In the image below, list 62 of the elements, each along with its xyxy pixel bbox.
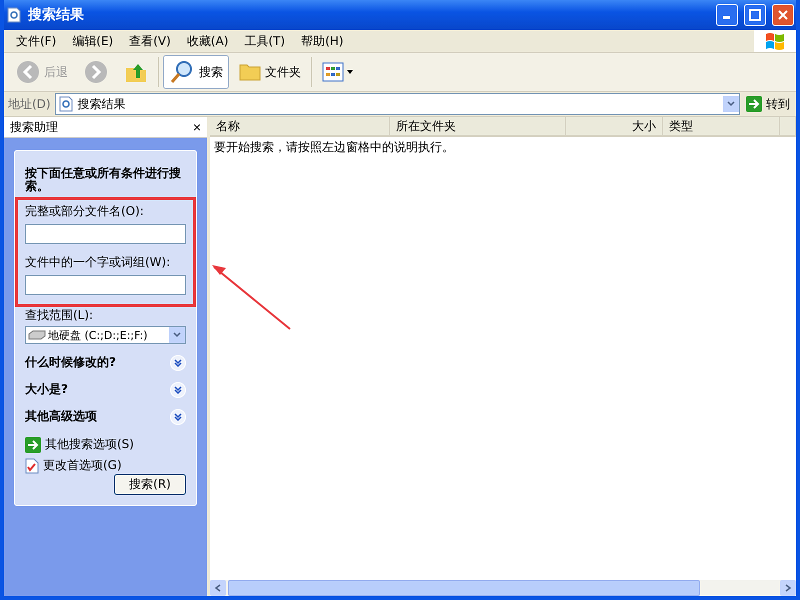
go-button[interactable]: 转到: [744, 96, 792, 112]
input-field[interactable]: [25, 275, 186, 295]
close-button[interactable]: [772, 4, 794, 26]
scroll-right-button[interactable]: [780, 580, 796, 596]
empty-message: 要开始搜索，请按照左边窗格中的说明执行。: [213, 139, 455, 156]
folder-icon: [239, 62, 261, 82]
arrow-square-icon: [25, 436, 41, 452]
dropdown-icon[interactable]: [723, 96, 739, 112]
search-document-icon: [58, 96, 74, 112]
scroll-thumb[interactable]: [228, 580, 700, 596]
scroll-left-button[interactable]: [210, 580, 226, 596]
close-pane-button[interactable]: ×: [192, 119, 201, 135]
menu-item[interactable]: 收藏(A): [178, 32, 236, 50]
minimize-button[interactable]: [716, 4, 738, 26]
maximize-button[interactable]: [744, 4, 766, 26]
field-label: 完整或部分文件名(O):: [25, 203, 145, 220]
flag-logo-icon: [765, 32, 785, 50]
double-chevron-icon: [174, 386, 182, 394]
location-dropdown[interactable]: 地硬盘 (C:;D:;E:;F:): [25, 326, 186, 344]
menu-item[interactable]: 帮助(H): [293, 32, 352, 50]
folders-button[interactable]: 文件夹: [233, 55, 307, 89]
menu-item[interactable]: 查看(V): [121, 32, 179, 50]
horizontal-scrollbar[interactable]: [210, 580, 796, 596]
field-label: 查找范围(L):: [25, 307, 94, 324]
instruction-text: 按下面任意或所有条件进行搜索。: [25, 167, 182, 193]
maximize-icon: [749, 9, 761, 21]
section-label[interactable]: 其他高级选项: [25, 408, 97, 425]
menu-item[interactable]: 工具(T): [236, 32, 294, 50]
address-label: 地址(D): [8, 96, 51, 112]
right-chevron-icon: [784, 584, 792, 592]
column-header[interactable]: 所在文件夹: [390, 117, 566, 135]
input-field[interactable]: [25, 224, 186, 244]
window-title: 搜索结果: [28, 6, 85, 24]
magnifier-icon: [169, 59, 195, 85]
option-link[interactable]: 其他搜索选项(S): [25, 436, 186, 453]
menu-item[interactable]: 编辑(E): [64, 32, 122, 50]
document-check-icon: [25, 458, 39, 474]
arrow-square-icon: [746, 96, 762, 112]
address-text: 搜索结果: [78, 96, 126, 112]
left-chevron-icon: [214, 584, 222, 592]
menu-item[interactable]: 文件(F): [8, 32, 64, 50]
search-document-icon: [6, 7, 22, 23]
address-field[interactable]: 搜索结果: [54, 93, 740, 115]
column-header[interactable]: 类型: [663, 117, 780, 135]
views-icon: [322, 62, 354, 82]
drive-icon: [28, 330, 46, 340]
close-icon: [777, 9, 789, 21]
option-link[interactable]: 更改首选项(G): [25, 457, 186, 474]
field-label: 文件中的一个字或词组(W):: [25, 254, 172, 271]
pane-title: 搜索助理: [10, 118, 58, 136]
expand-button[interactable]: [170, 408, 186, 424]
double-chevron-icon: [174, 358, 182, 366]
section-label[interactable]: 大小是?: [25, 381, 68, 398]
dropdown-icon[interactable]: [169, 327, 185, 343]
column-header[interactable]: 大小: [566, 117, 663, 135]
section-label[interactable]: 什么时候修改的?: [25, 354, 116, 371]
expand-button[interactable]: [170, 354, 186, 370]
search-button[interactable]: 搜索: [163, 55, 229, 89]
column-header[interactable]: 名称: [210, 117, 390, 135]
double-chevron-icon: [174, 412, 182, 420]
search-button[interactable]: 搜索(R): [114, 474, 186, 495]
expand-button[interactable]: [170, 382, 186, 398]
